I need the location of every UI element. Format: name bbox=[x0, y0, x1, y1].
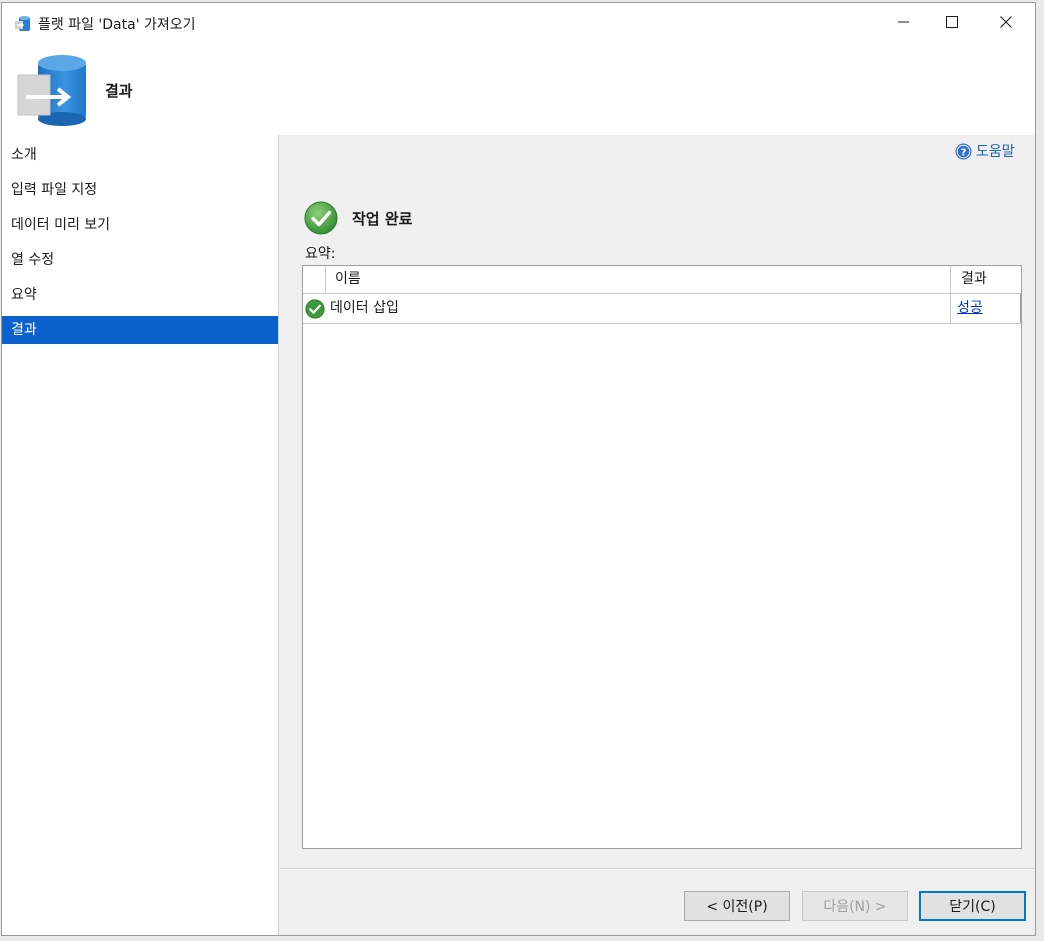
sidebar-item-modify-columns[interactable]: 열 수정 bbox=[2, 246, 278, 274]
close-window-button[interactable] bbox=[983, 3, 1029, 41]
database-import-app-icon bbox=[15, 16, 30, 31]
row-status-cell bbox=[303, 294, 326, 323]
wizard-step-sidebar: 소개 입력 파일 지정 데이터 미리 보기 열 수정 요약 결과 bbox=[2, 135, 279, 935]
page-title: 결과 bbox=[105, 82, 133, 100]
footer-divider bbox=[280, 868, 1035, 870]
import-wizard-window: 플랫 파일 'Data' 가져오기 결과 소개 입력 파일 지정 데이터 미리 … bbox=[1, 2, 1036, 936]
grid-header: 이름 결과 bbox=[303, 266, 1021, 294]
sidebar-item-summary[interactable]: 요약 bbox=[2, 281, 278, 309]
result-success-link[interactable]: 성공 bbox=[957, 300, 983, 316]
results-grid[interactable]: 이름 결과 데이터 삽입 성공 bbox=[302, 265, 1022, 849]
window-title: 플랫 파일 'Data' 가져오기 bbox=[38, 17, 196, 33]
sidebar-item-input-file[interactable]: 입력 파일 지정 bbox=[2, 176, 278, 204]
close-button[interactable]: 닫기(C) bbox=[919, 891, 1026, 921]
status-text: 작업 완료 bbox=[352, 209, 413, 228]
minimize-button[interactable] bbox=[881, 3, 927, 41]
row-result-cell: 성공 bbox=[951, 294, 1021, 323]
next-button[interactable]: 다음(N) > bbox=[802, 891, 908, 921]
maximize-icon bbox=[946, 16, 958, 28]
help-icon: ? bbox=[955, 143, 972, 159]
wizard-header: 결과 bbox=[2, 41, 1035, 135]
sidebar-item-intro[interactable]: 소개 bbox=[2, 141, 278, 169]
maximize-button[interactable] bbox=[929, 3, 975, 41]
grid-header-icon-column bbox=[303, 266, 326, 293]
success-check-icon bbox=[304, 201, 338, 235]
table-row[interactable]: 데이터 삽입 성공 bbox=[303, 294, 1021, 324]
column-header-result[interactable]: 결과 bbox=[951, 266, 1021, 293]
previous-button[interactable]: < 이전(P) bbox=[684, 891, 790, 921]
help-link[interactable]: ? 도움말 bbox=[955, 141, 1015, 161]
operation-status: 작업 완료 bbox=[304, 201, 412, 235]
sidebar-item-data-preview[interactable]: 데이터 미리 보기 bbox=[2, 211, 278, 239]
title-bar: 플랫 파일 'Data' 가져오기 bbox=[2, 3, 1035, 41]
minimize-icon bbox=[898, 21, 909, 23]
row-name-cell: 데이터 삽입 bbox=[328, 294, 951, 323]
success-check-icon bbox=[304, 298, 325, 319]
sidebar-item-results[interactable]: 결과 bbox=[2, 316, 278, 344]
svg-text:?: ? bbox=[961, 147, 967, 158]
database-import-icon bbox=[17, 55, 86, 126]
summary-label: 요약: bbox=[305, 246, 336, 262]
help-label: 도움말 bbox=[976, 144, 1015, 160]
column-header-name[interactable]: 이름 bbox=[326, 266, 951, 293]
close-icon bbox=[1000, 16, 1012, 28]
